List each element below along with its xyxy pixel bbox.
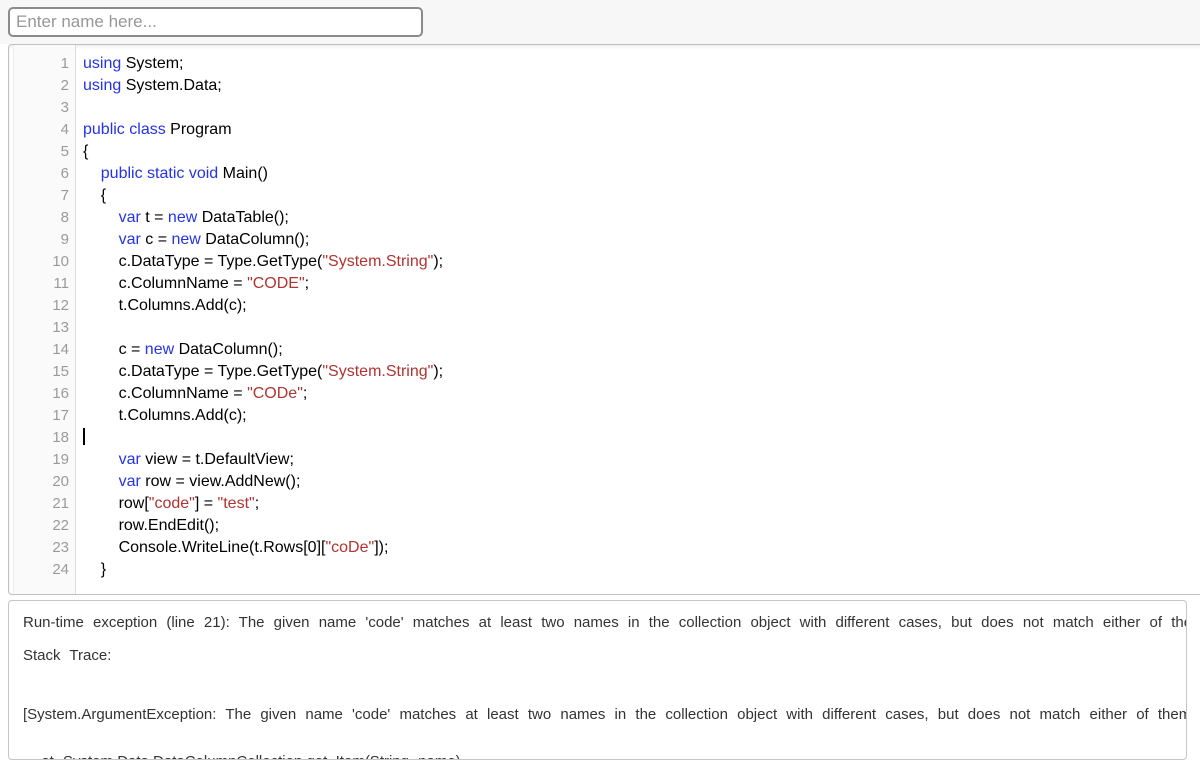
line-number: 7 bbox=[60, 187, 69, 204]
toolbar bbox=[0, 0, 1200, 44]
code-line-19[interactable]: 19 var view = t.DefaultView; bbox=[9, 449, 1200, 471]
code-text: { bbox=[83, 143, 89, 160]
code-line-13[interactable]: 13 bbox=[9, 317, 1200, 339]
code-line-10[interactable]: 10 c.DataType = Type.GetType("System.Str… bbox=[9, 251, 1200, 273]
code-line-18[interactable]: 18 bbox=[9, 427, 1200, 449]
code-text: t.Columns.Add(c); bbox=[83, 407, 247, 424]
line-number: 23 bbox=[52, 539, 69, 556]
line-number: 22 bbox=[52, 517, 69, 534]
runtime-exception-message: Run-time exception (line 21): The given … bbox=[23, 614, 1186, 631]
code-line-11[interactable]: 11 c.ColumnName = "CODE"; bbox=[9, 273, 1200, 295]
code-line-5[interactable]: 5{ bbox=[9, 141, 1200, 163]
code-text: var c = new DataColumn(); bbox=[118, 231, 310, 248]
line-number: 17 bbox=[52, 407, 69, 424]
line-number: 3 bbox=[60, 99, 69, 116]
code-text: c.ColumnName = "CODe"; bbox=[83, 385, 308, 402]
line-number: 4 bbox=[60, 121, 69, 138]
code-line-4[interactable]: 4 public class Program bbox=[9, 119, 1200, 141]
line-number: 9 bbox=[60, 231, 69, 248]
line-number: 16 bbox=[52, 385, 69, 402]
line-number: 18 bbox=[52, 429, 69, 446]
stack-trace-label: Stack Trace: bbox=[23, 647, 112, 664]
code-text: t.Columns.Add(c); bbox=[83, 297, 247, 314]
line-number: 2 bbox=[60, 77, 69, 94]
line-number: 12 bbox=[52, 297, 69, 314]
code-text: c.DataType = Type.GetType("System.String… bbox=[83, 363, 444, 380]
code-line-21[interactable]: 21 row["code"] = "test"; bbox=[9, 493, 1200, 515]
line-number: 5 bbox=[60, 143, 69, 160]
code-text: c = new DataColumn(); bbox=[83, 341, 283, 358]
code-line-24[interactable]: 24 } bbox=[9, 559, 1200, 581]
code-text: using System; bbox=[83, 55, 184, 72]
code-text: row.EndEdit(); bbox=[83, 517, 220, 534]
line-number: 21 bbox=[52, 495, 69, 512]
code-text: row["code"] = "test"; bbox=[83, 495, 260, 512]
code-line-2[interactable]: 2 using System.Data; bbox=[9, 75, 1200, 97]
code-line-20[interactable]: 20 var row = view.AddNew(); bbox=[9, 471, 1200, 493]
code-line-22[interactable]: 22 row.EndEdit(); bbox=[9, 515, 1200, 537]
line-number: 8 bbox=[60, 209, 69, 226]
code-text: var row = view.AddNew(); bbox=[118, 473, 301, 490]
line-number: 24 bbox=[52, 561, 69, 578]
code-line-6[interactable]: 6 public static void Main() bbox=[9, 163, 1200, 185]
code-line-1[interactable]: 1 using System; bbox=[9, 53, 1200, 75]
code-line-7[interactable]: 7 { bbox=[9, 185, 1200, 207]
line-number: 15 bbox=[52, 363, 69, 380]
code-line-17[interactable]: 17 t.Columns.Add(c); bbox=[9, 405, 1200, 427]
line-number: 1 bbox=[60, 55, 69, 72]
line-number: 6 bbox=[60, 165, 69, 182]
code-line-3[interactable]: 3 bbox=[9, 97, 1200, 119]
code-line-8[interactable]: 8 var t = new DataTable(); bbox=[9, 207, 1200, 229]
code-editor[interactable]: 1 using System; 2 using System.Data; 3 4 publi… bbox=[8, 44, 1200, 595]
code-line-15[interactable]: 15 c.DataType = Type.GetType("System.Str… bbox=[9, 361, 1200, 383]
exception-header: [System.ArgumentException: The given nam… bbox=[23, 706, 1186, 723]
code-line-12[interactable]: 12 t.Columns.Add(c); bbox=[9, 295, 1200, 317]
code-text bbox=[76, 427, 85, 449]
line-number: 11 bbox=[53, 275, 69, 292]
code-line-9[interactable]: 9 var c = new DataColumn(); bbox=[9, 229, 1200, 251]
output-panel: Run-time exception (line 21): The given … bbox=[8, 600, 1187, 760]
code-line-14[interactable]: 14 c = new DataColumn(); bbox=[9, 339, 1200, 361]
code-text: } bbox=[83, 561, 107, 578]
code-text: { bbox=[83, 187, 107, 204]
line-number: 14 bbox=[52, 341, 69, 358]
line-number: 20 bbox=[52, 473, 69, 490]
line-number: 13 bbox=[52, 319, 69, 336]
name-input[interactable] bbox=[8, 7, 423, 37]
line-number: 19 bbox=[52, 451, 69, 468]
code-text: public static void Main() bbox=[100, 165, 268, 182]
code-lines[interactable]: 1 using System; 2 using System.Data; 3 4 publi… bbox=[9, 53, 1200, 581]
stack-trace-line: at System.Data.DataColumnCollection.get_… bbox=[23, 753, 1186, 759]
code-text: Console.WriteLine(t.Rows[0]["coDe"]); bbox=[83, 539, 389, 556]
line-number: 10 bbox=[52, 253, 69, 270]
text-cursor bbox=[83, 427, 85, 445]
code-text: public class Program bbox=[83, 121, 232, 138]
code-text: var view = t.DefaultView; bbox=[118, 451, 294, 468]
code-line-23[interactable]: 23 Console.WriteLine(t.Rows[0]["coDe"]); bbox=[9, 537, 1200, 559]
code-text: using System.Data; bbox=[83, 77, 222, 94]
code-text: var t = new DataTable(); bbox=[118, 209, 289, 226]
code-text: c.DataType = Type.GetType("System.String… bbox=[83, 253, 444, 270]
code-line-16[interactable]: 16 c.ColumnName = "CODe"; bbox=[9, 383, 1200, 405]
code-text: c.ColumnName = "CODE"; bbox=[83, 275, 310, 292]
stack-trace: [System.ArgumentException: The given nam… bbox=[23, 676, 1186, 759]
